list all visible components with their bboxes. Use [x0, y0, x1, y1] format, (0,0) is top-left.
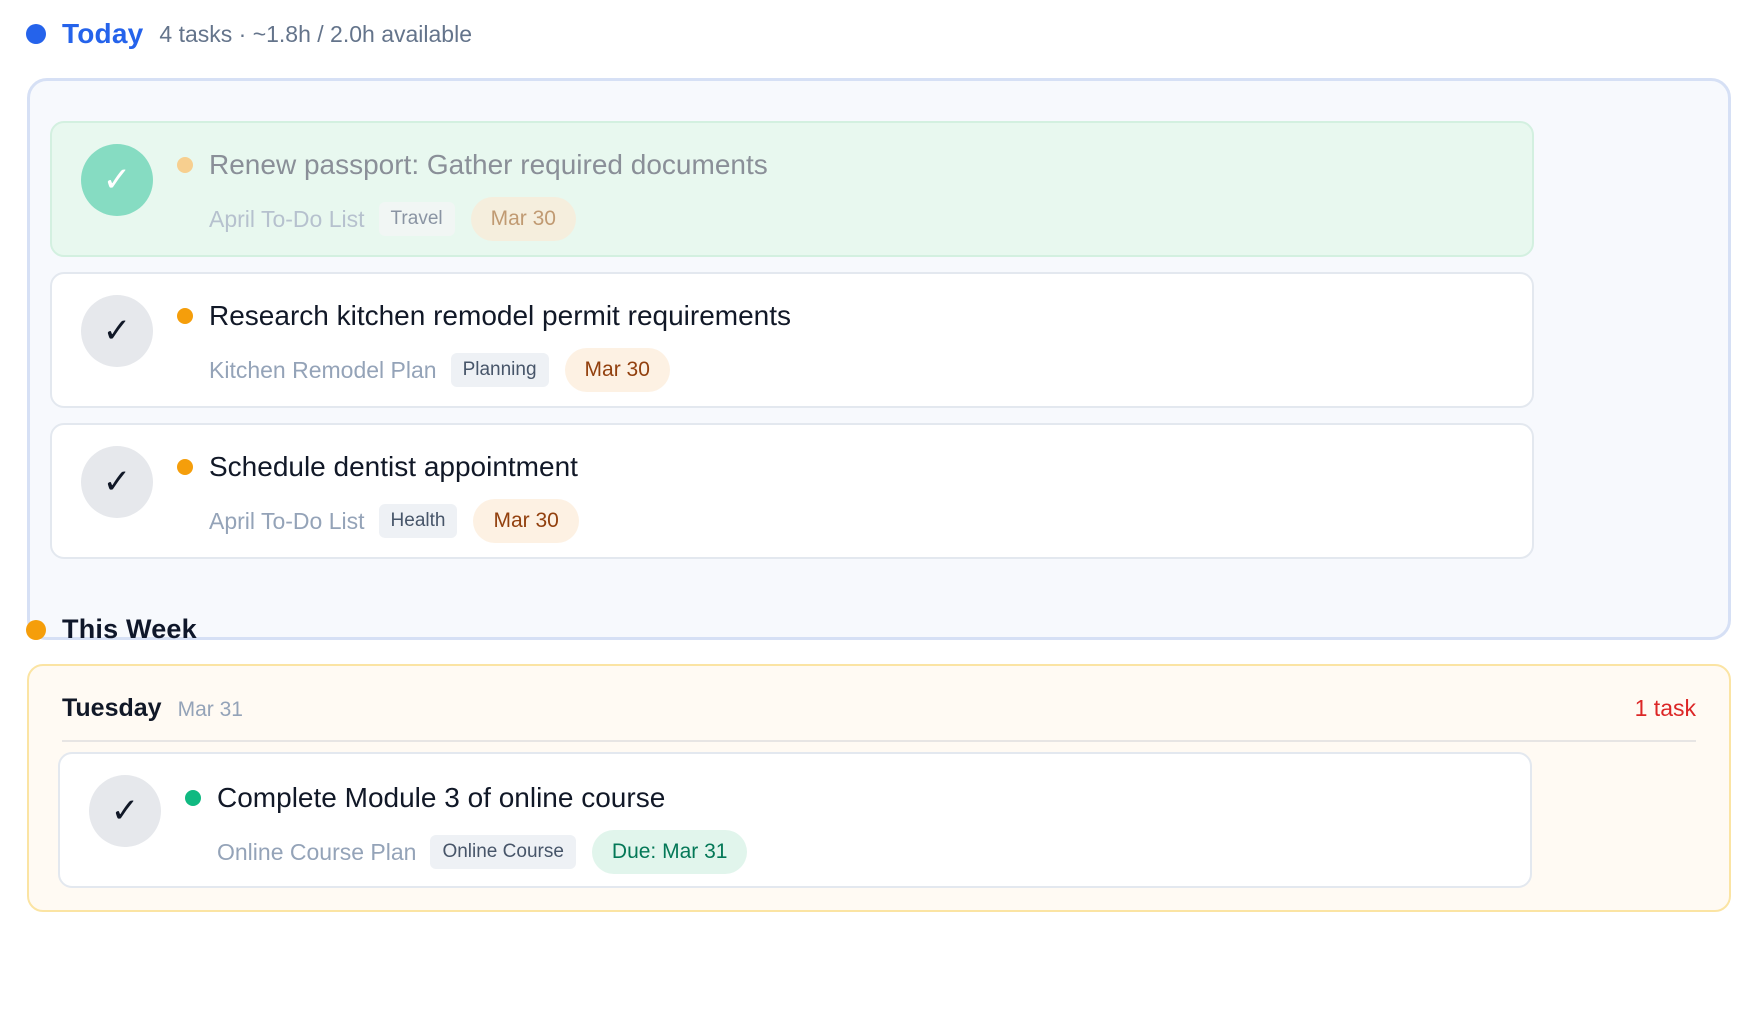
today-title: Today	[62, 18, 144, 49]
task-project[interactable]: April To-Do List	[209, 206, 365, 233]
task-card[interactable]: ✓ Research kitchen remodel permit requir…	[50, 272, 1534, 408]
task-card[interactable]: ✓ Complete Module 3 of online course Onl…	[58, 752, 1532, 888]
day-name: Tuesday	[62, 694, 162, 722]
task-date-badge[interactable]: Mar 30	[473, 499, 579, 543]
task-tag[interactable]: Planning	[450, 353, 549, 387]
day-date: Mar 31	[177, 698, 243, 721]
complete-toggle-button[interactable]: ✓	[89, 775, 161, 847]
task-project[interactable]: Kitchen Remodel Plan	[209, 357, 437, 384]
task-meta: April To-Do List Health Mar 30	[209, 499, 579, 543]
today-task-list: ✓ Renew passport: Gather required docume…	[27, 78, 1731, 640]
priority-dot	[185, 790, 201, 806]
task-title[interactable]: Schedule dentist appointment	[209, 451, 578, 483]
this-week-dot	[26, 619, 46, 640]
check-icon: ✓	[102, 311, 132, 351]
task-tag[interactable]: Online Course	[430, 835, 576, 869]
task-date-badge[interactable]: Mar 30	[470, 197, 576, 241]
task-meta: Online Course Plan Online Course Due: Ma…	[217, 830, 748, 874]
priority-dot	[177, 157, 193, 173]
task-tag[interactable]: Health	[378, 504, 458, 538]
task-meta: Kitchen Remodel Plan Planning Mar 30	[209, 348, 670, 392]
this-week-section-header: This Week	[26, 614, 197, 645]
task-title[interactable]: Complete Module 3 of online course	[217, 782, 665, 814]
complete-toggle-button[interactable]: ✓	[81, 295, 153, 367]
day-divider	[62, 740, 1696, 742]
task-project[interactable]: April To-Do List	[209, 508, 365, 535]
day-group-tuesday: Tuesday Mar 31 1 task ✓ Complete Module …	[27, 664, 1731, 912]
check-icon: ✓	[102, 160, 132, 200]
complete-toggle-button[interactable]: ✓	[81, 144, 153, 216]
day-header: Tuesday Mar 31 1 task	[62, 694, 1696, 723]
priority-dot	[177, 308, 193, 324]
task-tag[interactable]: Travel	[378, 202, 455, 236]
task-title[interactable]: Renew passport: Gather required document…	[209, 149, 768, 181]
task-project[interactable]: Online Course Plan	[217, 839, 416, 866]
day-task-count: 1 task	[1634, 695, 1696, 721]
task-meta: April To-Do List Travel Mar 30	[209, 197, 576, 241]
task-due-badge[interactable]: Due: Mar 31	[591, 830, 748, 874]
complete-toggle-button[interactable]: ✓	[81, 446, 153, 518]
planner-page: Today 4 tasks · ~1.8h / 2.0h available ✓…	[0, 0, 1742, 1018]
check-icon: ✓	[110, 791, 140, 831]
this-week-title: This Week	[62, 614, 197, 644]
task-card[interactable]: ✓ Renew passport: Gather required docume…	[50, 121, 1534, 257]
today-capacity-meta: 4 tasks · ~1.8h / 2.0h available	[159, 20, 473, 47]
task-date-badge[interactable]: Mar 30	[564, 348, 670, 392]
today-section-header: Today 4 tasks · ~1.8h / 2.0h available	[26, 18, 472, 50]
task-title[interactable]: Research kitchen remodel permit requirem…	[209, 300, 791, 332]
today-dot	[26, 24, 46, 44]
task-card[interactable]: ✓ Schedule dentist appointment April To-…	[50, 423, 1534, 559]
check-icon: ✓	[102, 462, 132, 502]
priority-dot	[177, 459, 193, 475]
